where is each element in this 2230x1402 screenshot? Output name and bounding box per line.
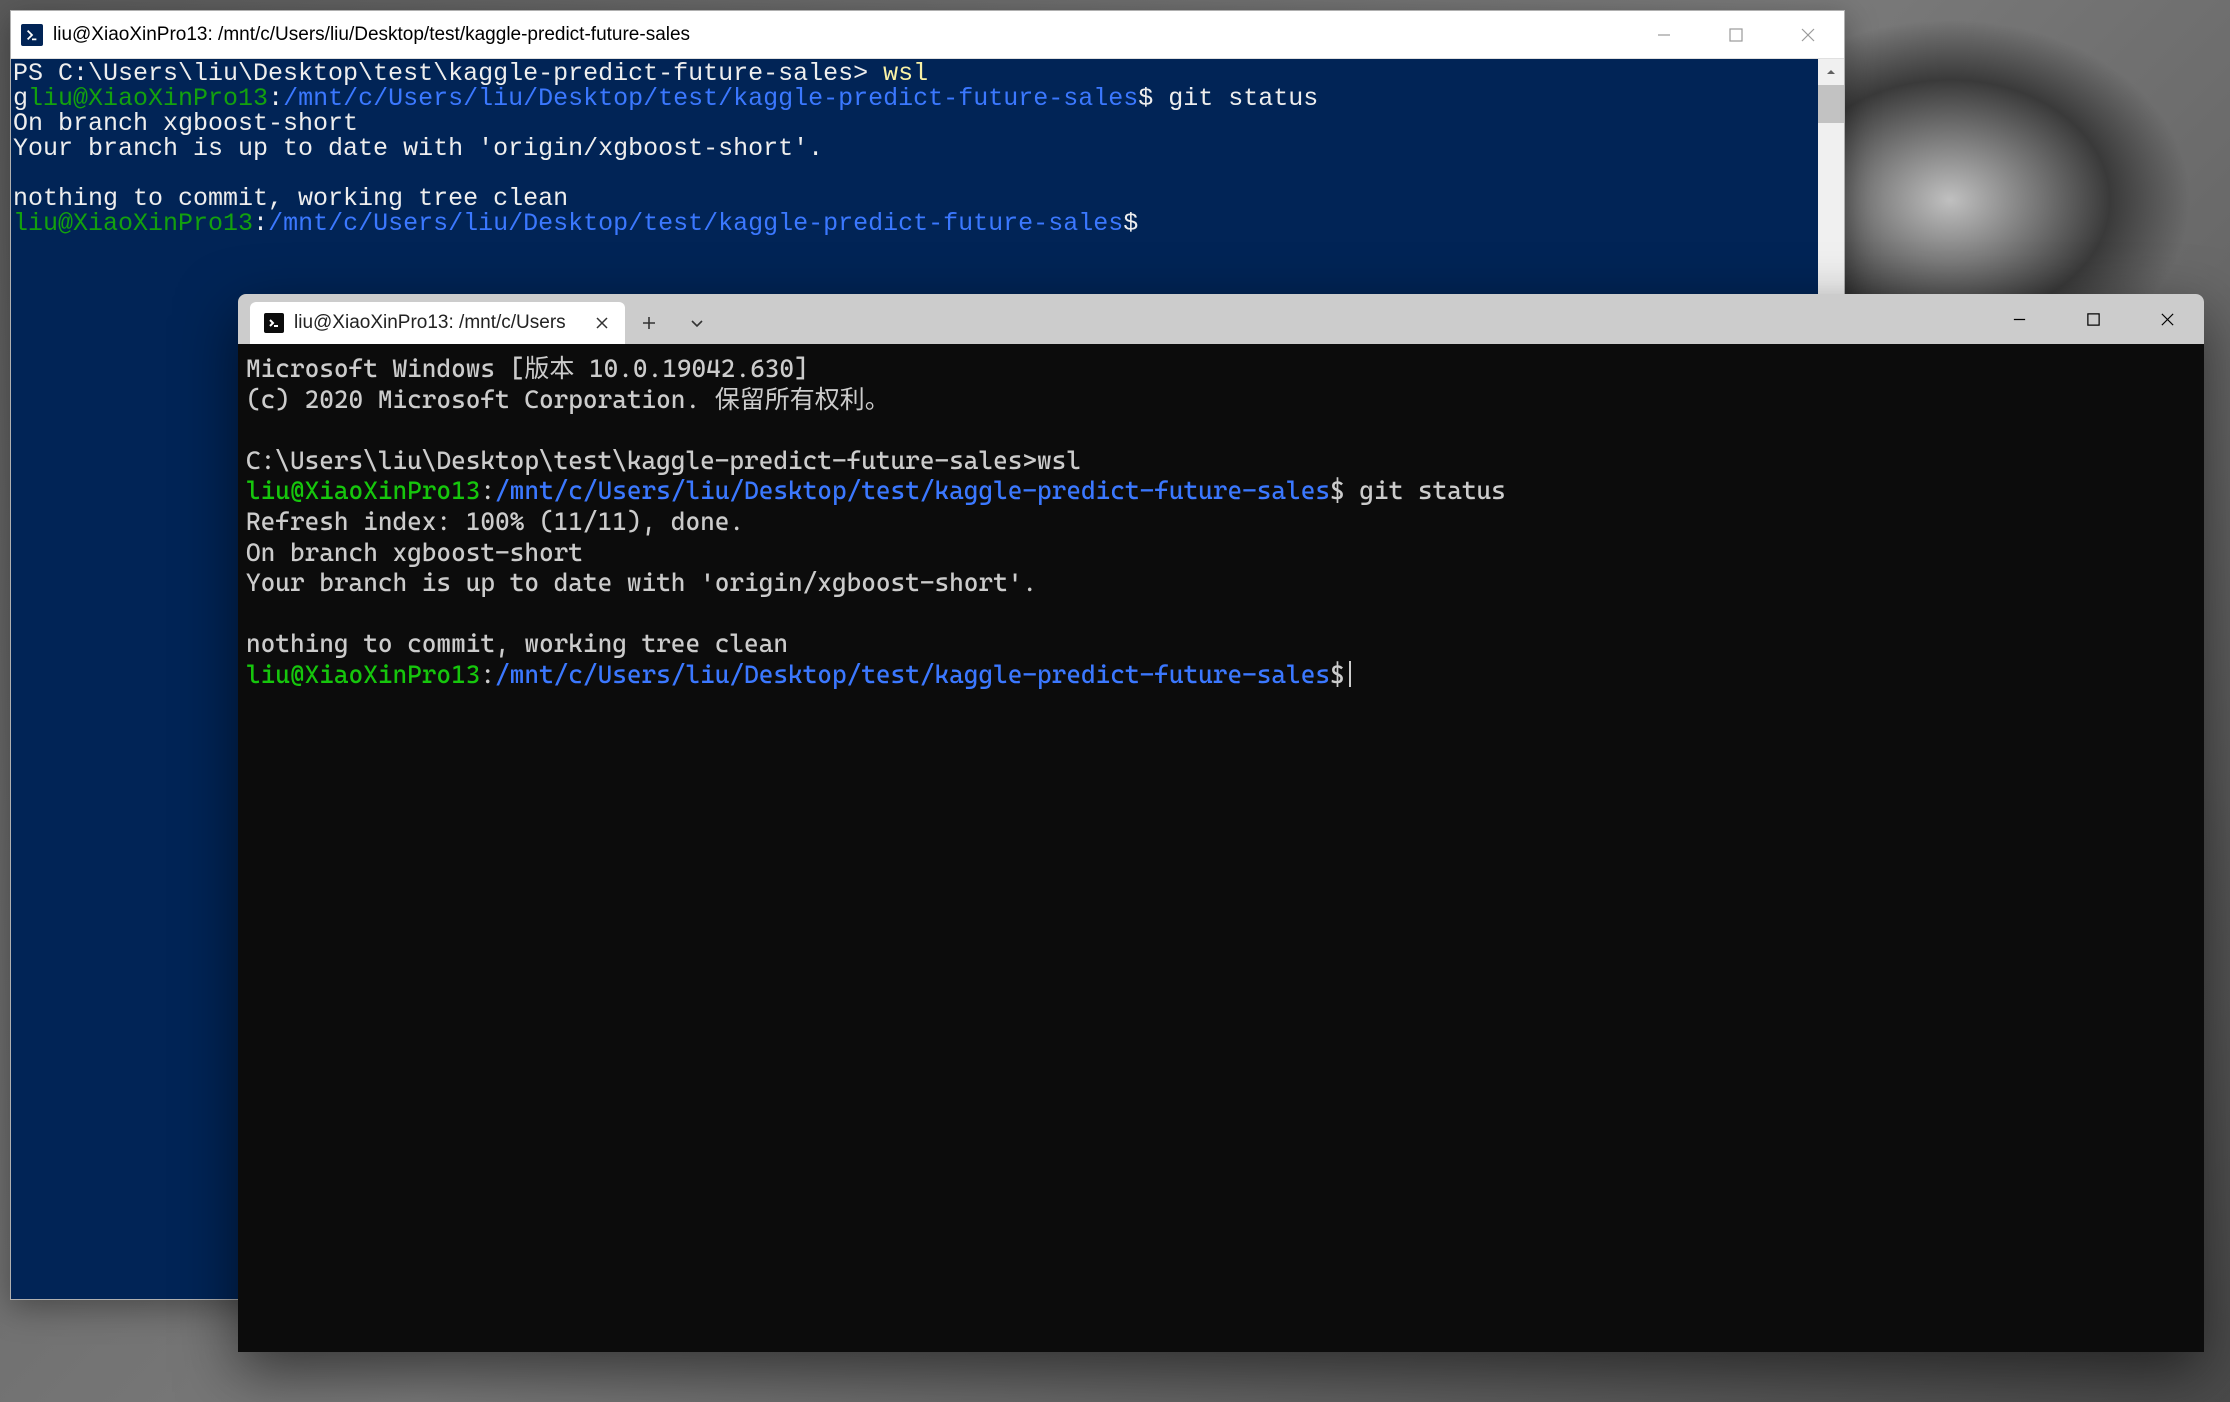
terminal-tab-title: liu@XiaoXinPro13: /mnt/c/Users — [294, 312, 583, 334]
powershell-title: liu@XiaoXinPro13: /mnt/c/Users/liu/Deskt… — [53, 24, 1628, 46]
ps-colon-2: : — [253, 209, 268, 238]
term-nothing-line: nothing to commit, working tree clean — [246, 629, 788, 658]
term-colon-2: : — [480, 660, 495, 689]
powershell-window-controls — [1628, 11, 1844, 58]
close-button[interactable] — [2130, 294, 2204, 344]
new-tab-button[interactable] — [625, 302, 673, 344]
term-colon-1: : — [480, 476, 495, 505]
windows-terminal-window: liu@XiaoXinPro13: /mnt/c/Users Microsoft… — [238, 294, 2204, 1352]
term-git-status-cmd: git status — [1345, 476, 1506, 505]
close-button[interactable] — [1772, 11, 1844, 58]
term-wsl-cmd: wsl — [1037, 446, 1081, 475]
maximize-button[interactable] — [2056, 294, 2130, 344]
ps-path-2: /mnt/c/Users/liu/Desktop/test/kaggle-pre… — [268, 209, 1123, 238]
term-cmd-prompt: C:\Users\liu\Desktop\test\kaggle-predict… — [246, 446, 1037, 475]
powershell-icon — [21, 24, 43, 46]
scroll-thumb[interactable] — [1818, 85, 1844, 123]
tab-dropdown-button[interactable] — [673, 302, 721, 344]
tab-close-button[interactable] — [593, 314, 611, 332]
ps-git-status-cmd: git status — [1153, 84, 1318, 113]
term-uptodate-line: Your branch is up to date with 'origin/x… — [246, 568, 1037, 597]
term-refresh-line: Refresh index: 100% (11/11), done. — [246, 507, 744, 536]
terminal-tab-icon — [264, 313, 284, 333]
scroll-up-arrow-icon[interactable] — [1818, 59, 1844, 85]
minimize-button[interactable] — [1628, 11, 1700, 58]
term-copy-line: (c) 2020 Microsoft Corporation. 保留所有权利。 — [246, 385, 890, 414]
ps-uptodate-line: Your branch is up to date with 'origin/x… — [13, 134, 823, 163]
term-dollar-1: $ — [1330, 476, 1345, 505]
term-path-1: /mnt/c/Users/liu/Desktop/test/kaggle-pre… — [495, 476, 1330, 505]
ps-path-1: /mnt/c/Users/liu/Desktop/test/kaggle-pre… — [283, 84, 1138, 113]
ps-userhost-2: liu@XiaoXinPro13 — [13, 209, 253, 238]
term-ms-line: Microsoft Windows [版本 10.0.19042.630] — [246, 354, 809, 383]
term-userhost-2: liu@XiaoXinPro13 — [246, 660, 480, 689]
minimize-button[interactable] — [1982, 294, 2056, 344]
term-userhost-1: liu@XiaoXinPro13 — [246, 476, 480, 505]
ps-dollar-1: $ — [1138, 84, 1153, 113]
maximize-button[interactable] — [1700, 11, 1772, 58]
terminal-body[interactable]: Microsoft Windows [版本 10.0.19042.630] (c… — [238, 344, 2204, 1352]
terminal-window-controls — [1982, 294, 2204, 344]
term-branch-line: On branch xgboost-short — [246, 538, 583, 567]
powershell-titlebar[interactable]: liu@XiaoXinPro13: /mnt/c/Users/liu/Deskt… — [11, 11, 1844, 59]
terminal-cursor — [1349, 661, 1351, 687]
terminal-tab-active[interactable]: liu@XiaoXinPro13: /mnt/c/Users — [250, 302, 625, 344]
ps-dollar-2: $ — [1123, 209, 1138, 238]
terminal-tabbar[interactable]: liu@XiaoXinPro13: /mnt/c/Users — [238, 294, 2204, 344]
term-path-2: /mnt/c/Users/liu/Desktop/test/kaggle-pre… — [495, 660, 1330, 689]
term-dollar-2: $ — [1330, 660, 1345, 689]
